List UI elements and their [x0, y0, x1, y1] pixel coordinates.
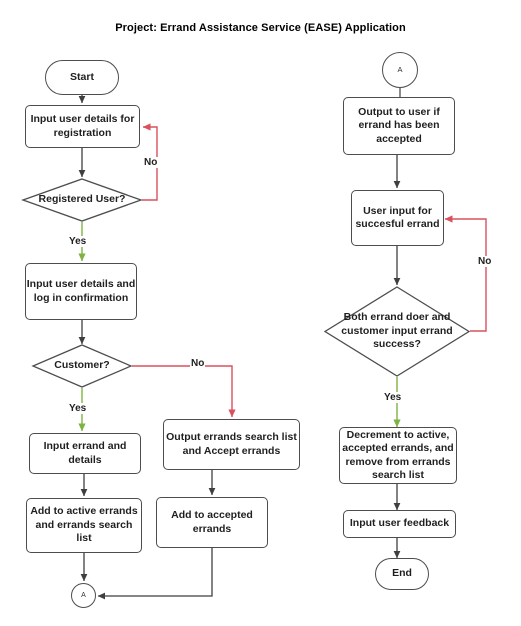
node-user-input-success-label: User input for succesful errand [355, 204, 440, 231]
node-end-label: End [392, 567, 412, 580]
edge-label-registered-no: No [143, 157, 159, 168]
page-title: Project: Errand Assistance Service (EASE… [115, 22, 406, 34]
node-both-success-label: Both errand doer and customer input erra… [341, 311, 453, 351]
node-input-registration[interactable]: Input user details for registration [25, 105, 140, 148]
node-add-active-label: Add to active errands and errands search… [30, 505, 138, 545]
edge-label-customer-no: No [190, 358, 206, 369]
node-add-accepted[interactable]: Add to accepted errands [156, 497, 268, 548]
node-add-accepted-label: Add to accepted errands [171, 509, 253, 535]
node-registered-user-label: Registered User? [38, 193, 126, 206]
edge-label-customer-yes: Yes [68, 403, 88, 414]
flowchart-canvas: Project: Errand Assistance Service (EASE… [0, 0, 521, 626]
node-output-search-list[interactable]: Output errands search list and Accept er… [163, 419, 300, 470]
edge-label-success-no: No [477, 256, 493, 267]
connector-a-right[interactable]: A [382, 52, 418, 88]
edge-label-registered-yes: Yes [68, 236, 88, 247]
node-decrement-label: Decrement to active, accepted errands, a… [342, 428, 454, 482]
node-both-success[interactable]: Both errand doer and customer input erra… [323, 286, 471, 377]
node-start[interactable]: Start [45, 60, 119, 95]
connector-a-left[interactable]: A [71, 583, 96, 608]
connector-a-right-label: A [397, 65, 403, 75]
node-customer-label: Customer? [54, 359, 110, 372]
node-decrement[interactable]: Decrement to active, accepted errands, a… [339, 427, 457, 484]
connector-a-left-label: A [81, 591, 86, 599]
node-input-login[interactable]: Input user details and log in confirmati… [25, 263, 137, 320]
node-output-accepted-label: Output to user if errand has been accept… [358, 105, 440, 145]
edge-label-success-yes: Yes [383, 392, 403, 403]
node-input-feedback[interactable]: Input user feedback [343, 510, 456, 538]
node-input-errand[interactable]: Input errand and details [29, 433, 141, 474]
edge-accepted-to-connector [97, 548, 213, 600]
node-input-feedback-label: Input user feedback [349, 517, 450, 530]
node-start-label: Start [70, 70, 94, 83]
node-input-registration-label: Input user details for registration [30, 113, 135, 139]
node-input-errand-label: Input errand and details [43, 440, 127, 466]
node-customer[interactable]: Customer? [31, 344, 133, 388]
node-output-accepted[interactable]: Output to user if errand has been accept… [343, 97, 455, 155]
node-add-active[interactable]: Add to active errands and errands search… [26, 498, 142, 553]
node-registered-user[interactable]: Registered User? [21, 178, 143, 222]
node-input-login-label: Input user details and log in confirmati… [26, 278, 136, 304]
node-end[interactable]: End [375, 558, 429, 590]
node-output-search-list-label: Output errands search list and Accept er… [166, 431, 297, 457]
node-user-input-success[interactable]: User input for succesful errand [351, 190, 444, 246]
edge-customer-no [132, 365, 236, 418]
